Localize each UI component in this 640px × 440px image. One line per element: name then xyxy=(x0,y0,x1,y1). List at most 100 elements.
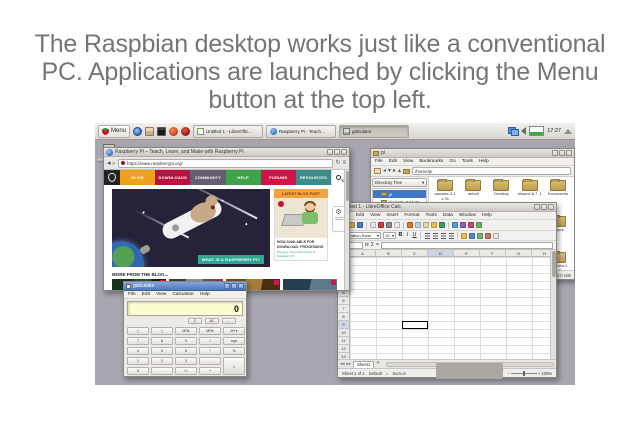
equals-button[interactable]: = xyxy=(223,357,245,375)
maximize-button[interactable] xyxy=(559,150,565,156)
column-header[interactable]: B xyxy=(376,250,402,256)
calculator-button[interactable]: . xyxy=(151,367,173,375)
calculator-button[interactable]: M+▾ xyxy=(223,327,245,335)
row-header[interactable]: 10 xyxy=(338,329,349,337)
calculator-button[interactable]: MR▾ xyxy=(199,327,221,335)
calculator-button[interactable]: 0 xyxy=(127,367,149,375)
menu-item[interactable]: View xyxy=(403,159,413,164)
cells[interactable] xyxy=(350,257,550,359)
italic-icon[interactable]: I xyxy=(405,233,410,239)
function-wizard-icon[interactable]: fx xyxy=(365,242,369,248)
align-justify-icon[interactable] xyxy=(448,233,454,239)
row-header[interactable]: 8 xyxy=(338,313,349,321)
menu-item[interactable]: Data xyxy=(443,213,453,218)
column-header[interactable]: E xyxy=(454,250,480,256)
site-nav-item[interactable]: DOWNLOADS xyxy=(155,170,190,185)
calculator-button[interactable]: 4 xyxy=(127,347,149,355)
blog-post-title[interactable]: NOW AVAILABLE FOR DOWNLOAD: PROCESSING xyxy=(275,238,327,250)
web-browser-launcher-icon[interactable] xyxy=(133,127,142,136)
terminal-launcher-icon[interactable] xyxy=(157,127,166,136)
calculator-button[interactable]: / xyxy=(199,337,221,345)
latest-blog-card[interactable]: LATEST BLOG POST NOW AVAILABLE FOR DOWNL… xyxy=(274,189,328,267)
minimize-button[interactable] xyxy=(327,149,333,155)
mathematica-launcher-icon[interactable] xyxy=(169,127,178,136)
calc-titlebar[interactable]: Untitled 1 - LibreOffice Calc xyxy=(338,203,556,212)
file-manager-launcher-icon[interactable] xyxy=(145,127,154,136)
forward-icon[interactable]: ▸ xyxy=(393,168,396,174)
tree-item[interactable]: ▸ pi xyxy=(373,190,426,198)
calculator-button[interactable]: % xyxy=(223,347,245,355)
border-icon[interactable] xyxy=(493,233,499,239)
calculator-button[interactable]: C xyxy=(188,318,202,324)
maximize-button[interactable] xyxy=(334,149,340,155)
column-header[interactable]: C xyxy=(402,250,428,256)
find-icon[interactable] xyxy=(452,222,458,228)
calculator-button[interactable]: AC xyxy=(205,318,219,324)
menu-item[interactable]: View xyxy=(156,292,166,297)
calculator-button[interactable]: ← xyxy=(222,318,236,324)
eject-icon[interactable] xyxy=(564,129,572,134)
calculator-button[interactable]: 3 xyxy=(175,357,197,365)
site-nav-item[interactable]: HELP xyxy=(226,170,261,185)
zoom-slider[interactable] xyxy=(511,373,537,374)
column-header[interactable]: A xyxy=(350,250,376,256)
close-button[interactable] xyxy=(566,150,572,156)
calculator-button[interactable]: +/- xyxy=(175,367,197,375)
site-nav-item[interactable]: BLOG xyxy=(120,170,155,185)
menu-item[interactable]: Format xyxy=(404,213,419,218)
redo-icon[interactable] xyxy=(439,222,445,228)
add-sheet-icon[interactable]: + xyxy=(376,361,379,367)
menu-item[interactable]: Insert xyxy=(386,213,398,218)
underline-icon[interactable]: U xyxy=(412,233,417,239)
menu-item[interactable]: File xyxy=(128,292,136,297)
site-nav-item[interactable]: RESOURCES xyxy=(296,170,331,185)
menu-item[interactable]: View xyxy=(370,213,380,218)
new-tab-icon[interactable] xyxy=(374,168,381,174)
column-header[interactable]: G xyxy=(506,250,532,256)
column-header[interactable]: F xyxy=(480,250,506,256)
close-button[interactable] xyxy=(238,283,244,289)
zoom-control[interactable]: − + 100% xyxy=(507,371,552,376)
cut-icon[interactable] xyxy=(407,222,413,228)
file-manager-titlebar[interactable]: pi xyxy=(371,149,574,158)
copy-icon[interactable] xyxy=(415,222,421,228)
menu-item[interactable]: Window xyxy=(459,213,476,218)
menu-item[interactable]: Edit xyxy=(389,159,397,164)
calculator-button[interactable]: - xyxy=(199,357,221,365)
column-header[interactable]: D xyxy=(428,250,454,256)
row-header[interactable]: 9 xyxy=(338,321,349,329)
raspberrypi-logo[interactable] xyxy=(104,170,120,185)
formula-icon[interactable]: = xyxy=(376,242,379,248)
calculator-button[interactable]: * xyxy=(199,347,221,355)
scrollbar-thumb[interactable] xyxy=(436,363,503,379)
task-button-libreoffice[interactable]: Untitled 1 - LibreOffic... xyxy=(193,125,263,138)
site-search-button[interactable] xyxy=(331,170,344,185)
row-header[interactable]: 12 xyxy=(338,345,349,353)
chart-icon[interactable] xyxy=(468,222,474,228)
close-button[interactable] xyxy=(341,149,347,155)
pdf-export-icon[interactable] xyxy=(378,222,384,228)
minimize-button[interactable] xyxy=(552,150,558,156)
menu-item[interactable]: Calculator xyxy=(172,292,194,297)
minimize-button[interactable] xyxy=(534,204,540,210)
site-nav-item[interactable]: COMMUNITY xyxy=(190,170,225,185)
scrollbar-thumb[interactable] xyxy=(346,171,349,201)
currency-icon[interactable] xyxy=(461,233,467,239)
menu-button[interactable]: Menu xyxy=(98,125,130,138)
scrollbar-thumb[interactable] xyxy=(552,251,556,277)
menu-item[interactable]: File xyxy=(375,159,383,164)
row-header[interactable]: 6 xyxy=(338,297,349,305)
volume-icon[interactable] xyxy=(521,127,526,135)
formula-input[interactable] xyxy=(381,242,553,249)
menu-item[interactable]: Help xyxy=(200,292,210,297)
calculator-button[interactable]: 7 xyxy=(127,337,149,345)
percent-icon[interactable] xyxy=(469,233,475,239)
refresh-icon[interactable]: ↻ xyxy=(335,160,340,166)
selected-cell[interactable] xyxy=(402,321,428,329)
calculator-button[interactable]: 9 xyxy=(175,337,197,345)
sidebar-mode-dropdown[interactable]: Directory Tree ▾ xyxy=(372,178,427,187)
browser-menu-icon[interactable]: ≡ xyxy=(342,160,346,166)
row-header[interactable]: 11 xyxy=(338,337,349,345)
save-icon[interactable] xyxy=(357,222,363,228)
calculator-button[interactable]: 6 xyxy=(175,347,197,355)
